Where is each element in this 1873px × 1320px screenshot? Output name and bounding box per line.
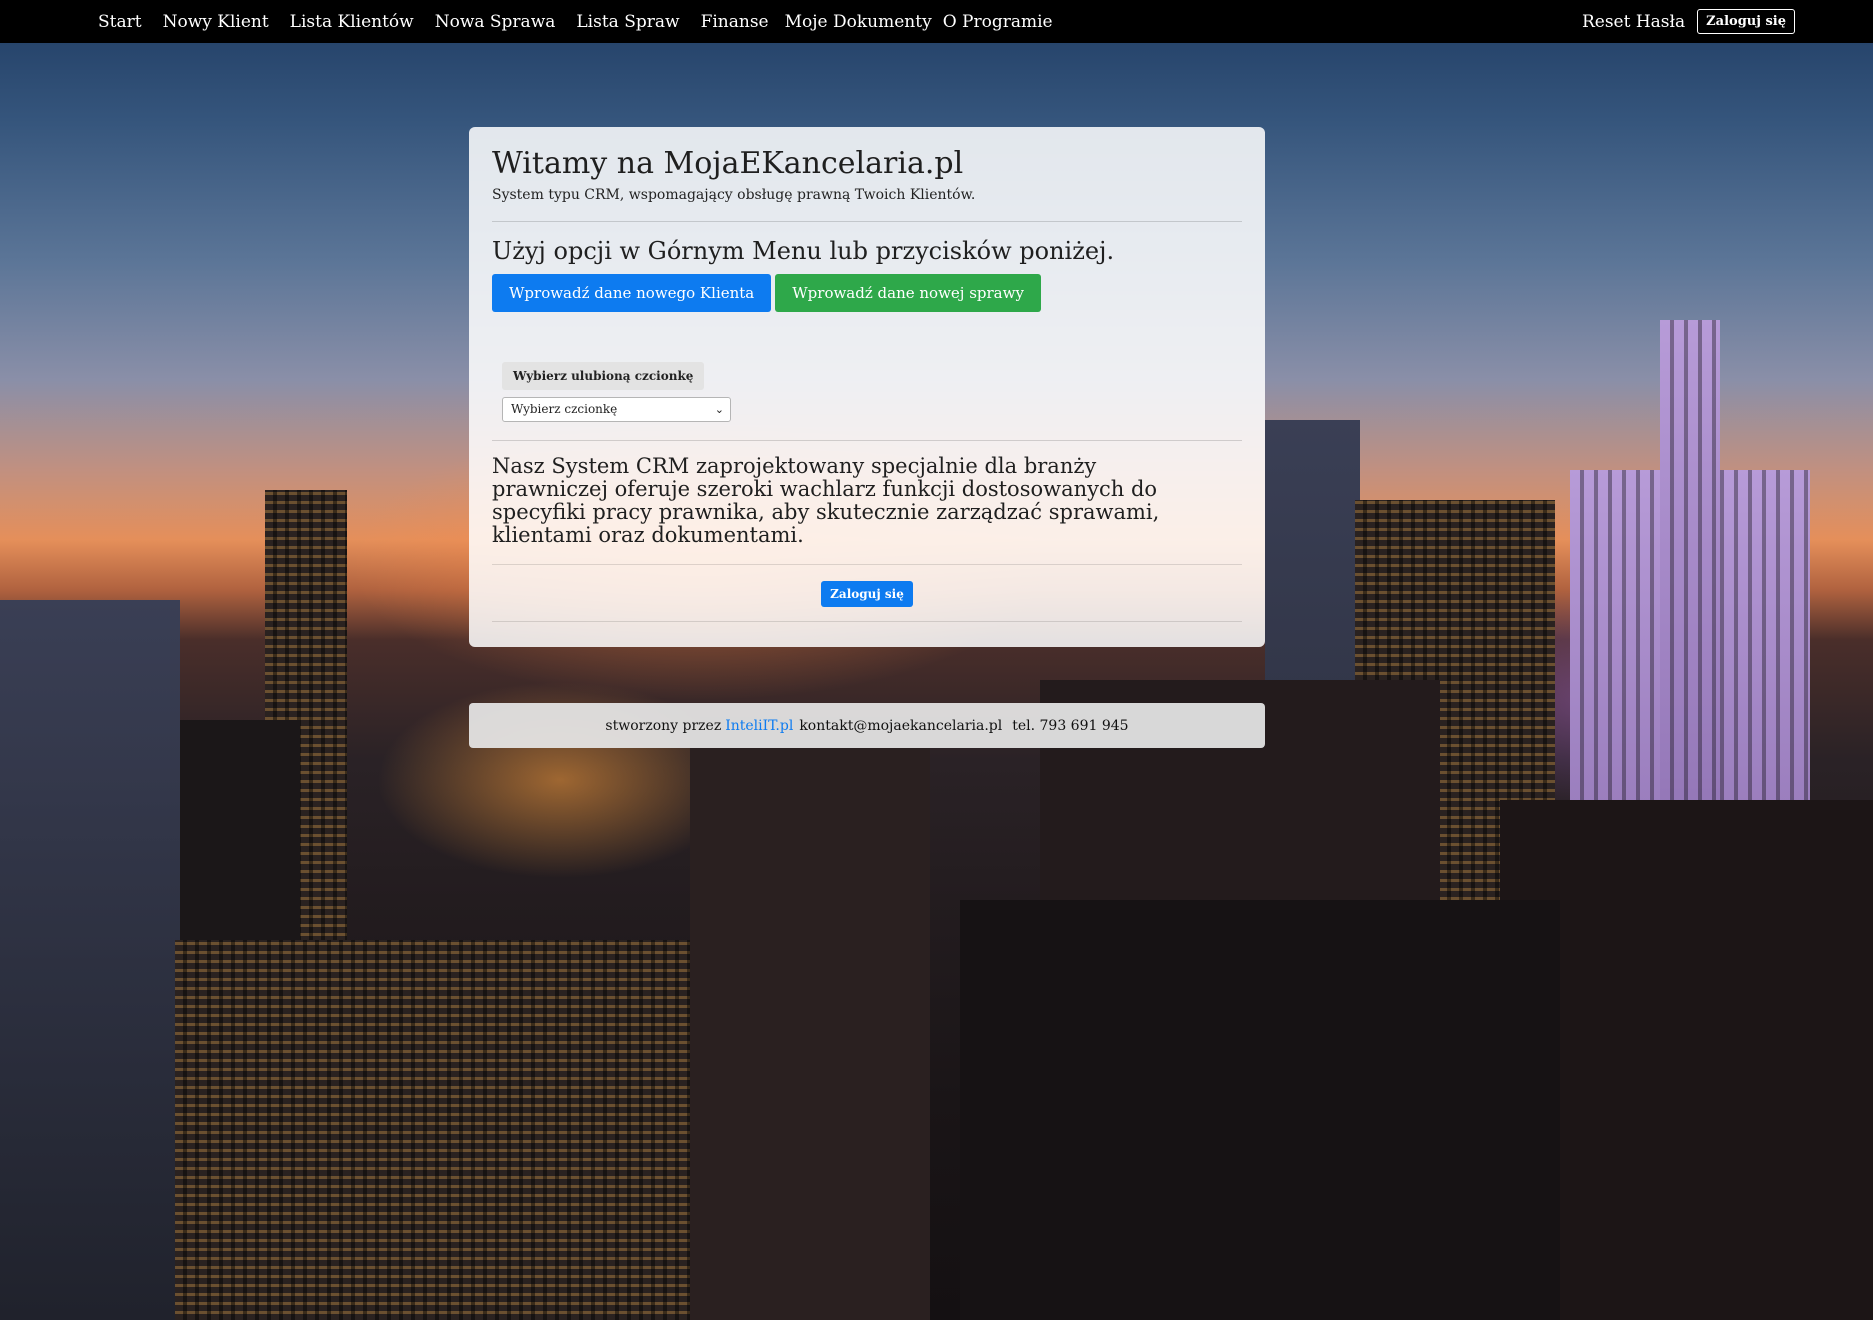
new-client-button[interactable]: Wprowadź dane nowego Klienta bbox=[492, 274, 772, 312]
font-select[interactable]: Wybierz czcionkę ⌄ bbox=[502, 397, 731, 422]
footer-prefix: stworzony przez bbox=[605, 717, 722, 734]
system-description: Nasz System CRM zaprojektowany specjalni… bbox=[492, 454, 1160, 547]
footer-phone: tel. 793 691 945 bbox=[1012, 717, 1129, 734]
login-button[interactable]: Zaloguj się bbox=[821, 581, 913, 607]
font-chooser: Wybierz ulubioną czcionkę Wybierz czcion… bbox=[502, 362, 1242, 422]
login-section: Zaloguj się bbox=[492, 581, 1242, 607]
nav-menu: Start Nowy Klient Lista Klientów Nowa Sp… bbox=[98, 12, 1074, 32]
nav-account: Reset Hasła Zaloguj się bbox=[1582, 9, 1795, 34]
nav-login-button[interactable]: Zaloguj się bbox=[1697, 9, 1795, 34]
background-building bbox=[690, 720, 930, 1320]
company-link[interactable]: InteliIT.pl bbox=[725, 718, 793, 734]
nav-item-start[interactable]: Start bbox=[98, 12, 142, 32]
nav-item-new-client[interactable]: Nowy Klient bbox=[163, 12, 269, 32]
font-select-value: Wybierz czcionkę bbox=[511, 402, 618, 416]
nav-item-my-documents[interactable]: Moje Dokumenty bbox=[785, 12, 932, 32]
nav-item-about[interactable]: O Programie bbox=[943, 12, 1053, 32]
font-chooser-label: Wybierz ulubioną czcionkę bbox=[502, 362, 705, 390]
action-buttons: Wprowadź dane nowego Klienta Wprowadź da… bbox=[492, 274, 1242, 312]
divider bbox=[492, 621, 1242, 622]
nav-item-new-case[interactable]: Nowa Sprawa bbox=[435, 12, 556, 32]
new-case-button[interactable]: Wprowadź dane nowej sprawy bbox=[775, 274, 1041, 312]
nav-item-case-list[interactable]: Lista Spraw bbox=[576, 12, 679, 32]
chevron-down-icon: ⌄ bbox=[714, 403, 724, 416]
instruction-heading: Użyj opcji w Górnym Menu lub przycisków … bbox=[492, 237, 1115, 265]
divider bbox=[492, 564, 1242, 565]
nav-item-finance[interactable]: Finanse bbox=[701, 12, 769, 32]
background-building bbox=[960, 900, 1560, 1320]
divider bbox=[492, 440, 1242, 441]
divider bbox=[492, 221, 1242, 222]
nav-item-client-list[interactable]: Lista Klientów bbox=[290, 12, 414, 32]
background-building bbox=[0, 600, 180, 1320]
footer-email: kontakt@mojaekancelaria.pl bbox=[799, 717, 1003, 734]
top-navbar: Start Nowy Klient Lista Klientów Nowa Sp… bbox=[0, 0, 1873, 43]
footer: stworzony przez InteliIT.pl kontakt@moja… bbox=[469, 703, 1265, 748]
welcome-card: Witamy na MojaEKancelaria.pl System typu… bbox=[469, 127, 1265, 647]
page-title: Witamy na MojaEKancelaria.pl bbox=[492, 146, 964, 181]
reset-password-link[interactable]: Reset Hasła bbox=[1582, 12, 1685, 32]
page-subtitle: System typu CRM, wspomagający obsługę pr… bbox=[492, 187, 976, 203]
